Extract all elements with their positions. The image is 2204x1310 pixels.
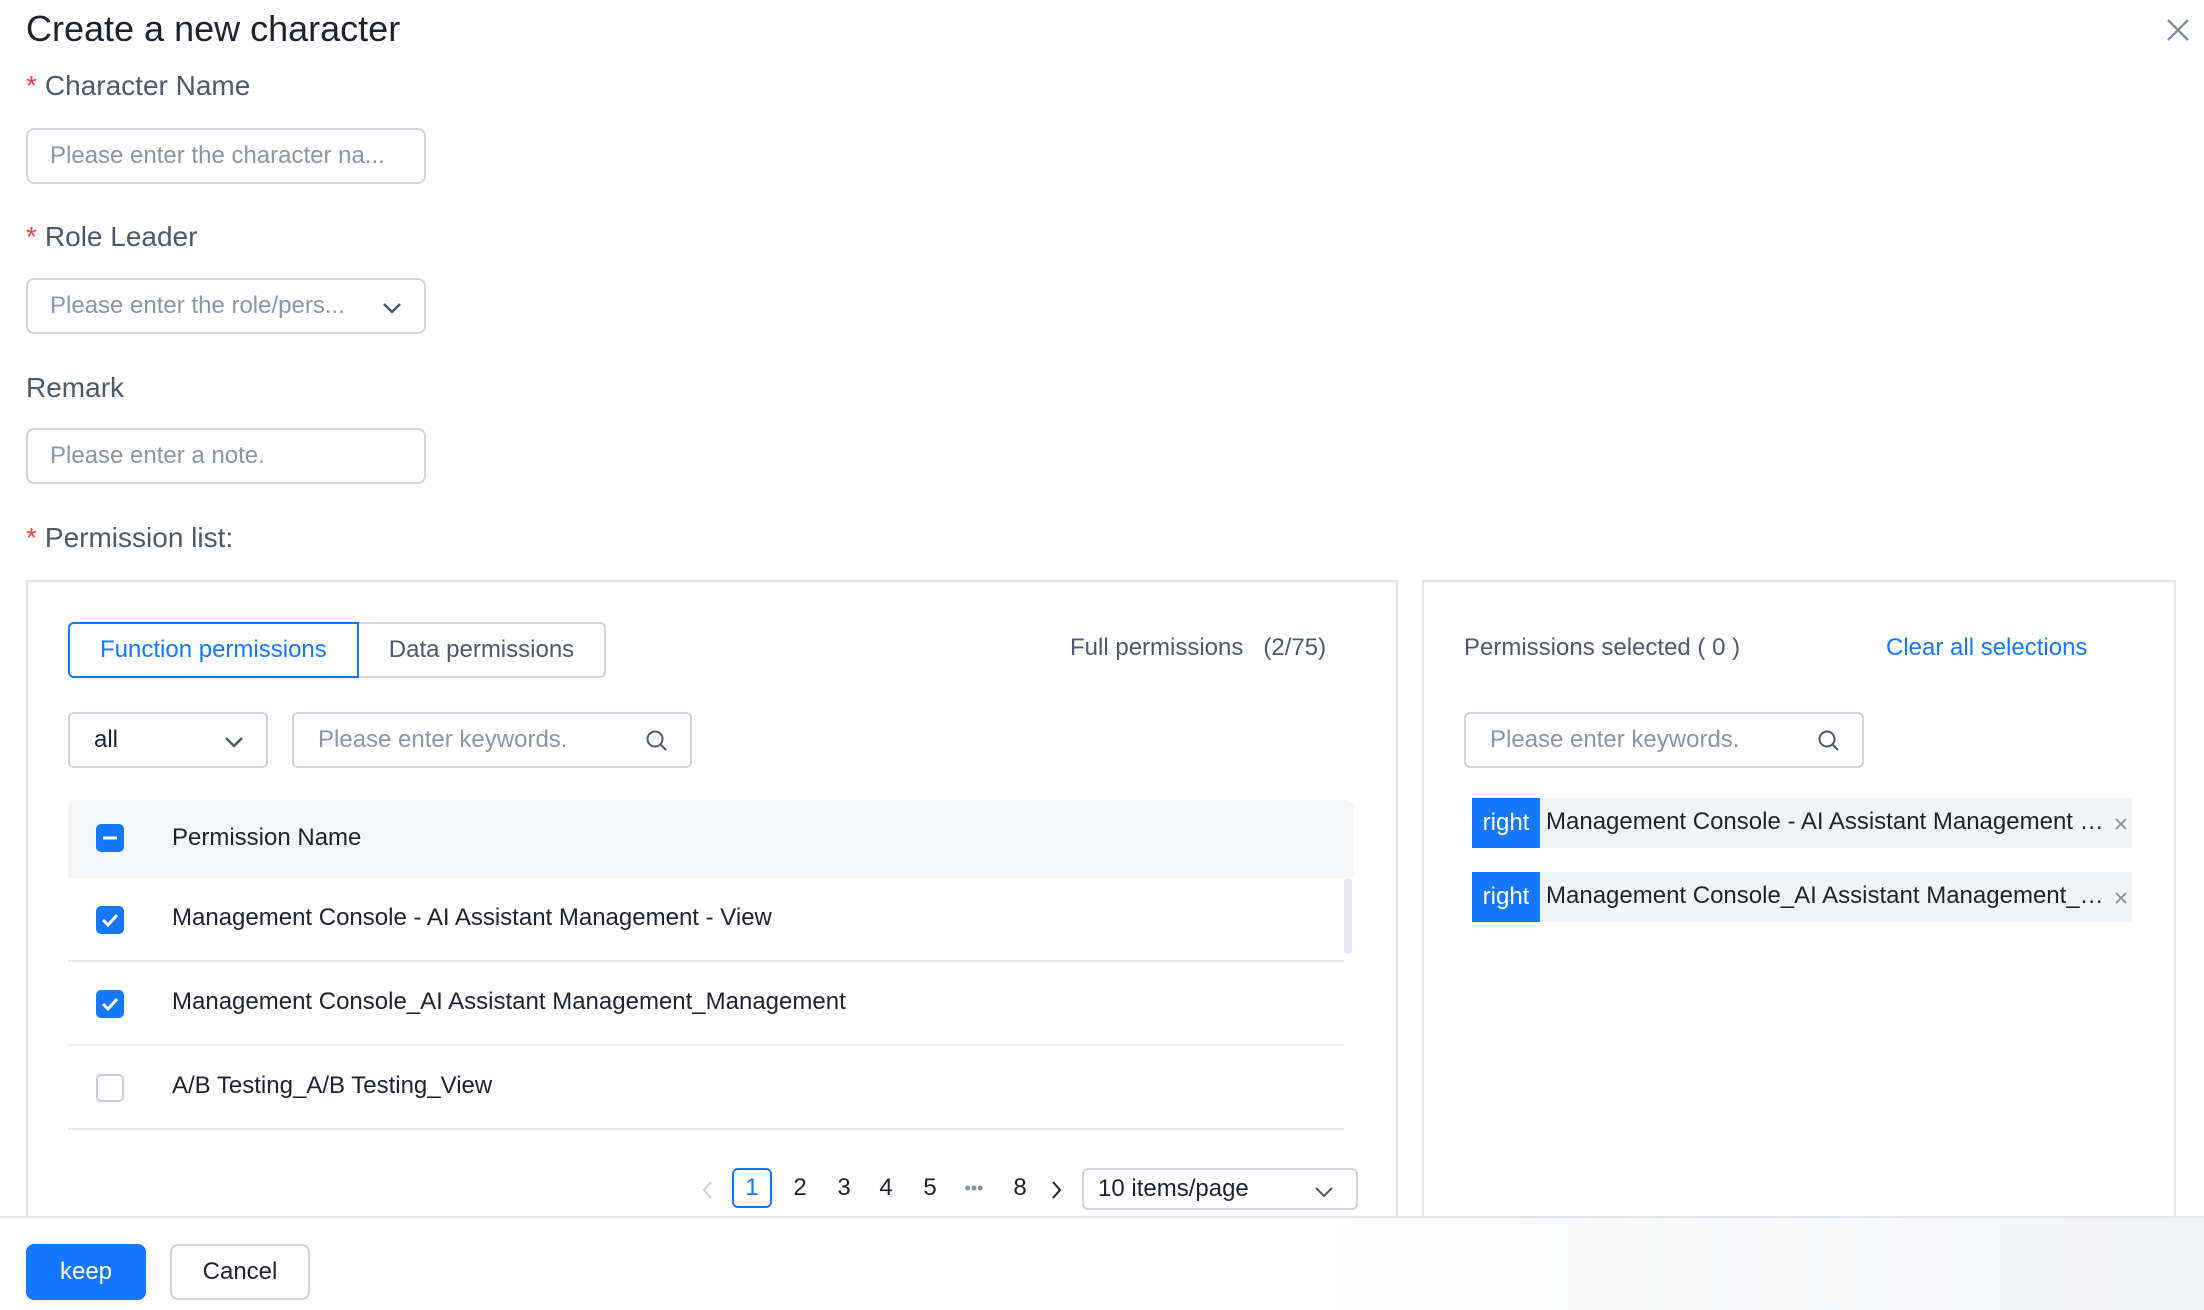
chevron-down-icon <box>383 303 401 314</box>
row-checkbox[interactable] <box>96 990 124 1018</box>
page-last[interactable]: 8 <box>1000 1168 1040 1208</box>
remark-input[interactable]: Please enter a note. <box>26 428 426 484</box>
chevron-down-icon <box>225 737 243 748</box>
permission-list-label: * Permission list: <box>26 522 234 553</box>
check-icon <box>101 997 119 1012</box>
selected-item-name: Management Console - AI Assistant Manage… <box>1546 808 2106 835</box>
permission-name: A/B Testing_A/B Testing_View <box>172 1072 493 1099</box>
page-2[interactable]: 2 <box>780 1168 820 1208</box>
page-ellipsis[interactable]: ••• <box>952 1168 996 1208</box>
remark-label: Remark <box>26 372 125 403</box>
selected-item: right Management Console - AI Assistant … <box>1472 798 2132 848</box>
page-5[interactable]: 5 <box>910 1168 950 1208</box>
page-size-select[interactable]: 10 items/page <box>1082 1168 1358 1210</box>
tab-function-permissions[interactable]: Function permissions <box>68 622 359 678</box>
search-icon <box>646 730 667 751</box>
role-leader-label: * Role Leader <box>26 221 198 252</box>
page-4[interactable]: 4 <box>866 1168 906 1208</box>
table-row[interactable]: A/B Testing_A/B Testing_View <box>68 1046 1344 1130</box>
check-icon <box>101 913 119 928</box>
remove-icon[interactable] <box>2112 884 2132 910</box>
prev-page-icon[interactable] <box>698 1178 718 1202</box>
table-scrollbar[interactable] <box>1344 878 1352 954</box>
table-row[interactable]: Management Console - AI Assistant Manage… <box>68 878 1344 962</box>
filter-value: all <box>94 726 119 753</box>
selected-item-tag: right <box>1472 798 1540 848</box>
permission-source-panel: Function permissions Data permissions Fu… <box>26 580 1398 1310</box>
selected-item-name: Management Console_AI Assistant Manageme… <box>1546 882 2106 909</box>
character-name-input[interactable]: Please enter the character na... <box>26 128 426 184</box>
required-marker: * <box>26 522 37 553</box>
full-permissions-count: Full permissions (2/75) <box>1070 634 1327 661</box>
indeterminate-icon <box>103 836 117 840</box>
selected-search-input[interactable]: Please enter keywords. <box>1464 712 1864 768</box>
required-marker: * <box>26 70 37 101</box>
character-name-placeholder: Please enter the character na... <box>50 142 385 169</box>
tab-data-permissions[interactable]: Data permissions <box>358 622 607 678</box>
search-icon <box>1818 730 1839 751</box>
keep-button[interactable]: keep <box>26 1244 146 1300</box>
selected-item-tag: right <box>1472 872 1540 922</box>
column-permission-name: Permission Name <box>172 824 362 851</box>
page-current[interactable]: 1 <box>732 1168 772 1208</box>
page-size-value: 10 items/page <box>1098 1175 1249 1202</box>
permission-name: Management Console - AI Assistant Manage… <box>172 904 772 931</box>
dialog-footer: keep Cancel <box>0 1216 2204 1310</box>
dialog-title: Create a new character <box>26 8 401 49</box>
permission-table-header: Permission Name <box>68 800 1354 878</box>
permission-search-input[interactable]: Please enter keywords. <box>292 712 692 768</box>
selected-count: Permissions selected ( 0 ) <box>1464 634 1741 661</box>
permission-name: Management Console_AI Assistant Manageme… <box>172 988 846 1015</box>
row-checkbox[interactable] <box>96 906 124 934</box>
selected-item: right Management Console_AI Assistant Ma… <box>1472 872 2132 922</box>
clear-all-selections-link[interactable]: Clear all selections <box>1886 634 2087 662</box>
row-checkbox[interactable] <box>96 1074 124 1102</box>
chevron-down-icon <box>1315 1187 1333 1198</box>
search-placeholder: Please enter keywords. <box>318 726 568 753</box>
close-icon[interactable] <box>2158 10 2198 50</box>
page-3[interactable]: 3 <box>824 1168 864 1208</box>
permission-filter-select[interactable]: all <box>68 712 268 768</box>
permission-selected-panel: Permissions selected ( 0 ) Clear all sel… <box>1422 580 2176 1310</box>
table-row[interactable]: Management Console_AI Assistant Manageme… <box>68 962 1344 1046</box>
select-all-checkbox[interactable] <box>96 824 124 852</box>
role-leader-select[interactable]: Please enter the role/pers... <box>26 278 426 334</box>
next-page-icon[interactable] <box>1046 1178 1066 1202</box>
cancel-button[interactable]: Cancel <box>170 1244 310 1300</box>
permission-tabs: Function permissions Data permissions <box>68 622 607 678</box>
search-placeholder: Please enter keywords. <box>1490 726 1740 753</box>
required-marker: * <box>26 221 37 252</box>
role-leader-placeholder: Please enter the role/pers... <box>50 292 345 319</box>
remark-placeholder: Please enter a note. <box>50 442 265 469</box>
remove-icon[interactable] <box>2112 810 2132 836</box>
character-name-label: * Character Name <box>26 70 251 101</box>
